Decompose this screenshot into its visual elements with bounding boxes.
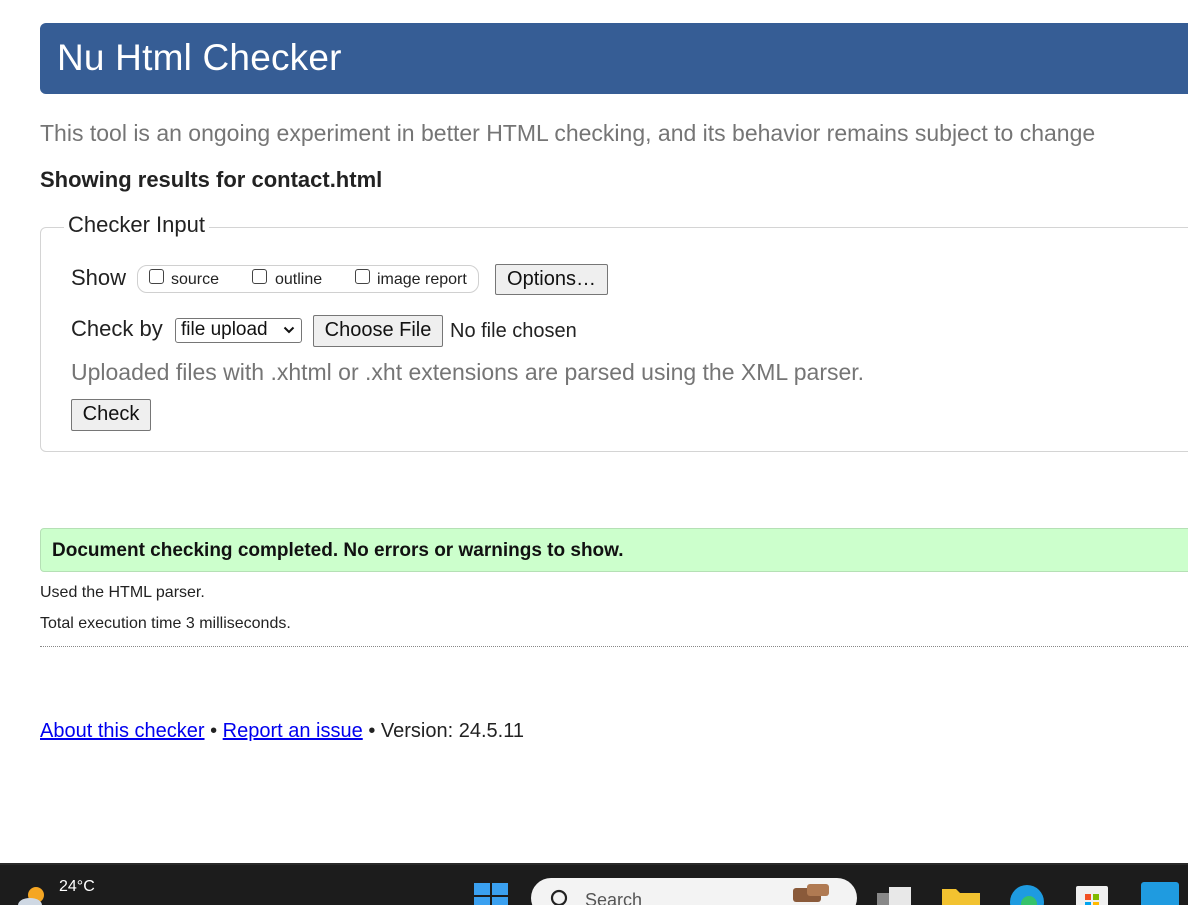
source-checkbox-label[interactable]: source bbox=[171, 271, 219, 289]
page-title: Nu Html Checker bbox=[57, 37, 342, 78]
weather-icon[interactable] bbox=[12, 883, 52, 905]
windows-taskbar: 24°C Search bbox=[0, 863, 1188, 905]
taskbar-search-box[interactable]: Search bbox=[531, 878, 857, 905]
footer-separator: • bbox=[368, 720, 376, 742]
edge-browser-icon[interactable] bbox=[1008, 883, 1046, 905]
chevron-down-icon bbox=[283, 326, 295, 334]
search-placeholder: Search bbox=[585, 890, 643, 905]
intro-text: This tool is an ongoing experiment in be… bbox=[40, 120, 1096, 146]
footer: About this checker • Report an issue • V… bbox=[40, 720, 524, 743]
show-options-group: source outline image report bbox=[137, 265, 479, 293]
success-message: Document checking completed. No errors o… bbox=[52, 540, 624, 561]
search-icon bbox=[550, 889, 568, 905]
choose-file-button[interactable]: Choose File bbox=[313, 315, 443, 347]
windows-start-icon[interactable] bbox=[474, 883, 508, 905]
execution-time: Total execution time 3 milliseconds. bbox=[40, 615, 291, 632]
show-label: Show bbox=[71, 265, 127, 290]
parser-info: Used the HTML parser. bbox=[40, 584, 205, 601]
page-header: Nu Html Checker bbox=[40, 23, 1188, 94]
weather-temperature[interactable]: 24°C bbox=[59, 878, 95, 896]
divider bbox=[40, 646, 1188, 647]
myhp-icon[interactable] bbox=[1141, 882, 1179, 905]
outline-checkbox[interactable] bbox=[252, 269, 267, 284]
outline-checkbox-label[interactable]: outline bbox=[275, 271, 322, 289]
file-status: No file chosen bbox=[450, 320, 577, 342]
check-by-label: Check by bbox=[71, 316, 163, 341]
footer-separator: • bbox=[210, 720, 218, 742]
image-report-checkbox[interactable] bbox=[355, 269, 370, 284]
file-explorer-icon[interactable] bbox=[942, 885, 980, 905]
microsoft-store-icon[interactable] bbox=[1074, 882, 1110, 905]
search-highlight-icon bbox=[793, 884, 829, 902]
check-button[interactable]: Check bbox=[71, 399, 151, 431]
about-checker-link[interactable]: About this checker bbox=[40, 720, 205, 742]
results-heading: Showing results for contact.html bbox=[40, 167, 383, 192]
checker-input-legend: Checker Input bbox=[64, 212, 209, 238]
check-by-selected-value: file upload bbox=[181, 319, 268, 340]
check-by-select[interactable]: file upload bbox=[175, 318, 302, 343]
xml-parser-note: Uploaded files with .xhtml or .xht exten… bbox=[71, 359, 865, 385]
report-issue-link[interactable]: Report an issue bbox=[223, 720, 363, 742]
task-view-icon[interactable] bbox=[877, 885, 913, 905]
version-text: Version: 24.5.11 bbox=[380, 720, 524, 742]
image-report-checkbox-label[interactable]: image report bbox=[377, 271, 467, 289]
options-button[interactable]: Options… bbox=[495, 264, 608, 295]
source-checkbox[interactable] bbox=[149, 269, 164, 284]
success-message-box: Document checking completed. No errors o… bbox=[40, 528, 1188, 572]
